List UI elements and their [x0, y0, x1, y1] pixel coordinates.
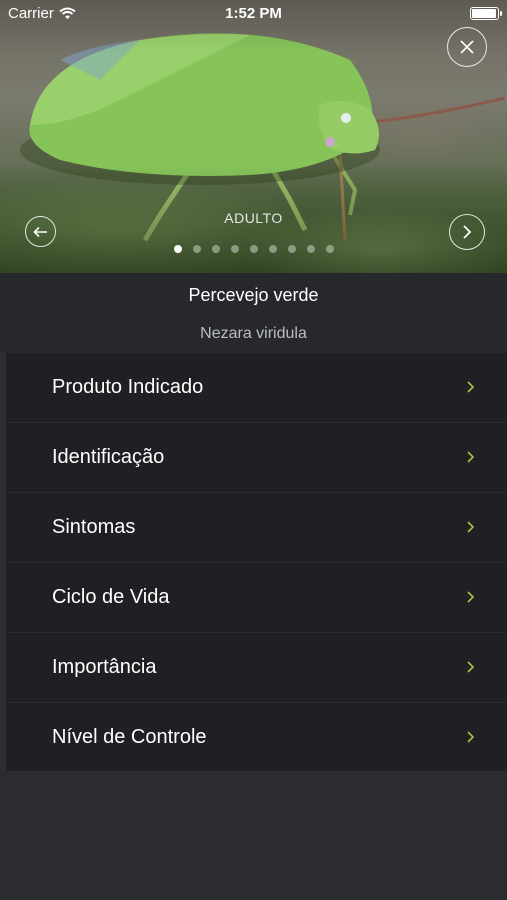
chevron-right-icon — [467, 731, 475, 743]
page-dot[interactable] — [230, 245, 239, 253]
page-dot[interactable] — [173, 245, 182, 253]
pest-common-name: Percevejo verde — [188, 285, 319, 305]
hero-image[interactable]: Carrier 1:52 PM ADULTO — [0, 0, 507, 273]
menu-item-sintomas[interactable]: Sintomas — [6, 493, 507, 563]
menu-item-label: Sintomas — [52, 516, 136, 538]
close-button[interactable] — [447, 27, 487, 67]
menu-item-ciclo-de-vida[interactable]: Ciclo de Vida — [6, 563, 507, 633]
menu-item-nivel-de-controle[interactable]: Nível de Controle — [6, 703, 507, 773]
page-dot[interactable] — [192, 245, 201, 253]
chevron-right-icon — [467, 661, 475, 673]
page-dot[interactable] — [287, 245, 296, 253]
close-icon — [460, 40, 474, 54]
pest-scientific-name: Nezara viridula — [200, 325, 307, 342]
hero-shade — [0, 0, 507, 273]
status-bar: Carrier 1:52 PM — [0, 0, 507, 28]
menu-item-label: Produto Indicado — [52, 376, 204, 398]
chevron-right-icon — [467, 591, 475, 603]
menu-item-label: Identificação — [52, 446, 165, 468]
battery-level — [472, 9, 496, 18]
page-dot[interactable] — [268, 245, 277, 253]
previous-image-button[interactable] — [25, 216, 56, 247]
chevron-right-icon — [467, 521, 475, 533]
menu-item-label: Importância — [52, 656, 157, 678]
chevron-right-icon — [463, 225, 472, 239]
page-dot[interactable] — [306, 245, 315, 253]
page-indicator[interactable] — [0, 245, 507, 253]
stage-label: ADULTO — [224, 210, 283, 226]
page-dot[interactable] — [211, 245, 220, 253]
info-menu: Produto Indicado Identificação Sintomas … — [6, 353, 507, 773]
arrow-left-icon — [33, 226, 47, 237]
menu-item-importancia[interactable]: Importância — [6, 633, 507, 703]
page-dot[interactable] — [325, 245, 334, 253]
menu-item-produto-indicado[interactable]: Produto Indicado — [6, 353, 507, 423]
status-time: 1:52 PM — [225, 5, 282, 22]
battery-icon — [470, 7, 502, 20]
pest-header: Percevejo verde Nezara viridula — [0, 273, 507, 353]
menu-item-identificacao[interactable]: Identificação — [6, 423, 507, 493]
menu-item-label: Ciclo de Vida — [52, 586, 170, 608]
chevron-right-icon — [467, 451, 475, 463]
chevron-right-icon — [467, 381, 475, 393]
page-dot[interactable] — [249, 245, 258, 253]
menu-item-label: Nível de Controle — [52, 726, 207, 748]
empty-footer-area — [0, 771, 507, 900]
